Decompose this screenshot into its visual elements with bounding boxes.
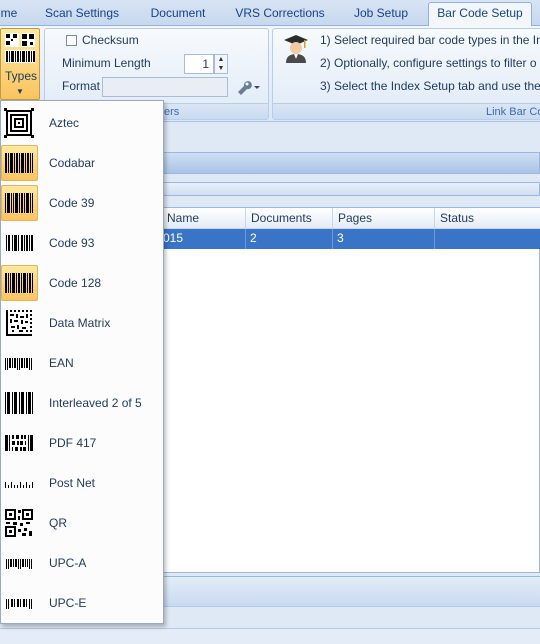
cell-status <box>434 229 540 249</box>
menu-item-upc-e[interactable]: UPC-E <box>1 583 163 623</box>
tab-document[interactable]: Document <box>140 3 216 26</box>
minimum-length-input[interactable]: 1 <box>184 54 214 74</box>
types-dropdown-button[interactable]: Types ▼ <box>0 28 40 100</box>
menu-item-interleaved-2-of-5[interactable]: Interleaved 2 of 5 <box>1 383 163 423</box>
menu-item-label: Post Net <box>49 476 96 490</box>
menu-item-pdf-417[interactable]: PDF 417 <box>1 423 163 463</box>
menu-item-label: EAN <box>49 356 74 370</box>
format-input[interactable] <box>102 77 228 97</box>
teacher-icon <box>284 35 308 63</box>
menu-item-label: UPC-E <box>49 596 87 610</box>
menu-item-label: Aztec <box>49 116 80 130</box>
pdf417-icon <box>5 435 33 451</box>
menu-item-label: Data Matrix <box>49 316 111 330</box>
menu-item-label: QR <box>49 516 67 530</box>
interleaved-icon <box>5 392 33 414</box>
link-group-caption: Link Bar Co <box>273 103 540 119</box>
hint-step-3: 3) Select the Index Setup tab and use th… <box>320 79 540 93</box>
data-matrix-icon <box>6 310 32 336</box>
menu-item-label: UPC-A <box>49 556 87 570</box>
upce-icon <box>6 599 32 609</box>
ean-icon <box>5 358 32 370</box>
tab-scan-settings[interactable]: Scan Settings <box>38 3 126 26</box>
hint-step-2: 2) Optionally, configure settings to fil… <box>320 56 537 70</box>
menu-item-upc-a[interactable]: UPC-A <box>1 543 163 583</box>
menu-item-aztec[interactable]: Aztec <box>1 103 163 143</box>
menu-item-label: PDF 417 <box>49 436 97 450</box>
code39-icon <box>5 193 33 213</box>
checksum-checkbox[interactable] <box>66 35 77 46</box>
format-label: Format <box>62 79 101 93</box>
menu-item-code-39[interactable]: Code 39 <box>1 183 163 223</box>
menu-item-label: Code 39 <box>49 196 95 210</box>
barcode-types-menu: Aztec Codabar Code 39 Code 93 Code 128 D… <box>0 100 164 624</box>
tab-job-setup[interactable]: Job Setup <box>346 3 416 26</box>
codabar-icon <box>5 153 33 173</box>
chevron-down-icon: ▼ <box>16 87 24 96</box>
column-header-pages[interactable]: Pages <box>332 208 434 229</box>
menu-item-codabar[interactable]: Codabar <box>1 143 163 183</box>
hint-step-1: 1) Select required bar code types in the… <box>320 33 540 47</box>
cell-documents: 2 <box>245 229 332 249</box>
barcode-types-icon <box>5 33 35 63</box>
column-header-documents[interactable]: Documents <box>245 208 332 229</box>
tab-vrs-corrections[interactable]: VRS Corrections <box>230 3 330 26</box>
column-header-status[interactable]: Status <box>434 208 540 229</box>
minimum-length-spinner[interactable]: ▲ ▼ <box>214 54 228 74</box>
checksum-label: Checksum <box>82 33 139 47</box>
types-label: Types <box>4 69 37 83</box>
tab-home[interactable]: me <box>0 3 18 26</box>
minimum-length-label: Minimum Length <box>62 56 151 70</box>
menu-item-label: Codabar <box>49 156 96 170</box>
menu-item-label: Interleaved 2 of 5 <box>49 396 142 410</box>
cell-pages: 3 <box>332 229 434 249</box>
qr-icon <box>5 509 33 537</box>
column-header-name[interactable]: Name <box>161 208 245 229</box>
aztec-icon <box>4 108 34 138</box>
menu-item-post-net[interactable]: Post Net <box>1 463 163 503</box>
code93-icon <box>6 235 33 251</box>
status-bar <box>0 628 540 644</box>
cell-name: 015 <box>163 231 184 245</box>
postnet-icon <box>5 482 33 488</box>
tab-bar-code-setup[interactable]: Bar Code Setup <box>428 2 532 27</box>
menu-item-data-matrix[interactable]: Data Matrix <box>1 303 163 343</box>
menu-item-code-128[interactable]: Code 128 <box>1 263 163 303</box>
menu-item-label: Code 93 <box>49 236 95 250</box>
code128-icon <box>5 273 33 293</box>
wrench-icon[interactable] <box>235 78 261 96</box>
menu-item-ean[interactable]: EAN <box>1 343 163 383</box>
upca-icon <box>6 559 32 569</box>
menu-item-qr[interactable]: QR <box>1 503 163 543</box>
ribbon-tab-strip: me Scan Settings Document VRS Correction… <box>0 0 540 27</box>
menu-item-label: Code 128 <box>49 276 102 290</box>
menu-item-code-93[interactable]: Code 93 <box>1 223 163 263</box>
